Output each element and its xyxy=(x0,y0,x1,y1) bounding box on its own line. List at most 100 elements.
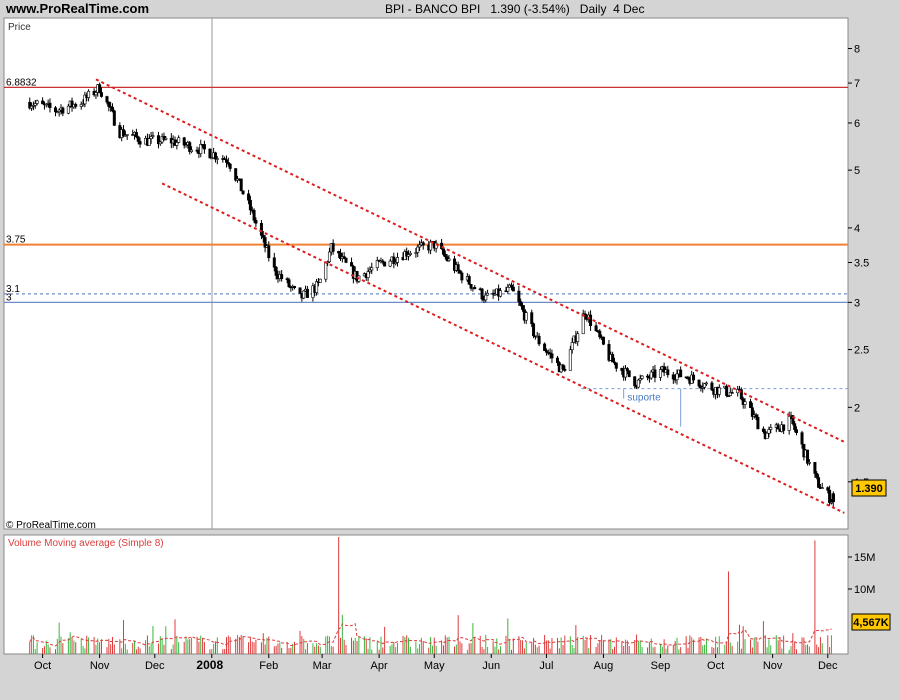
candle-body xyxy=(467,276,471,285)
candle-body xyxy=(793,423,797,430)
candle-body xyxy=(293,286,297,289)
candle-body xyxy=(224,159,228,163)
candle-body xyxy=(87,90,91,98)
candle-body xyxy=(795,429,799,433)
candle-body xyxy=(658,369,662,378)
candle-body xyxy=(261,235,265,238)
candle-body xyxy=(743,401,747,405)
volume-panel-label: Volume Moving average (Simple 8) xyxy=(8,538,164,549)
candle-body xyxy=(248,199,252,211)
x-tick-label: Dec xyxy=(145,660,165,672)
candle-body xyxy=(274,266,278,276)
candle-body xyxy=(443,254,447,257)
candle-body xyxy=(473,287,477,290)
current-volume-value: 4,567K xyxy=(853,617,889,629)
candle-body xyxy=(725,385,729,396)
x-tick-label: Sep xyxy=(651,660,671,672)
candle-body xyxy=(640,375,644,379)
candle-body xyxy=(35,100,39,104)
time-x-axis: Oct Nov Dec 2008 Feb Mar Apr May Jun Jul Aug Sep Oct… xyxy=(34,654,838,672)
candle-body xyxy=(601,336,605,345)
candle-body xyxy=(441,248,445,255)
candle-body xyxy=(761,428,765,432)
level-label: 3 xyxy=(6,292,12,303)
candle-body xyxy=(666,369,670,376)
volume-tick-label: 10M xyxy=(854,584,875,596)
candle-body xyxy=(614,362,618,369)
candle-body xyxy=(305,288,309,298)
candle-body xyxy=(532,323,536,337)
candle-body xyxy=(247,193,251,201)
candle-body xyxy=(408,252,412,255)
candle-body xyxy=(765,432,769,439)
candle-body xyxy=(366,271,370,278)
candle-body xyxy=(636,379,640,388)
x-tick-label: Jul xyxy=(539,660,553,672)
x-tick-label: Jun xyxy=(482,660,500,672)
candle-body xyxy=(754,414,758,418)
candle-body xyxy=(828,489,832,503)
candle-body xyxy=(563,368,567,371)
price-tick-label: 8 xyxy=(854,43,860,55)
candle-body xyxy=(280,274,284,279)
candle-body xyxy=(177,137,181,143)
candle-body xyxy=(447,258,451,261)
candle-body xyxy=(302,290,306,299)
candle-body xyxy=(611,354,615,363)
candle-body xyxy=(703,383,707,388)
level-label: 6.8832 xyxy=(6,77,37,88)
candle-body xyxy=(767,429,771,434)
candle-body xyxy=(730,392,734,394)
candle-body xyxy=(215,158,219,160)
candle-body xyxy=(749,401,753,409)
candle-body xyxy=(429,241,433,251)
copyright-label: © ProRealTime.com xyxy=(6,520,96,531)
level-label: 3.75 xyxy=(6,235,26,246)
x-tick-label: Dec xyxy=(818,660,838,672)
candle-body xyxy=(125,134,129,136)
candle-body xyxy=(550,353,554,359)
candle-body xyxy=(815,473,819,478)
candle-body xyxy=(460,272,464,281)
chart-canvas[interactable]: 6.88323.753.13 suporte 1.522.533.545678 … xyxy=(0,0,900,700)
candle-body xyxy=(717,387,721,395)
x-tick-label: Mar xyxy=(313,660,332,672)
candle-body xyxy=(350,262,354,267)
candle-body xyxy=(107,101,111,107)
candle-body xyxy=(458,270,462,274)
candle-body xyxy=(625,368,629,371)
candle-body xyxy=(252,210,256,221)
candle-body xyxy=(829,501,833,504)
candle-body xyxy=(41,100,45,105)
candle-body xyxy=(756,416,760,430)
candle-body xyxy=(105,96,109,103)
candle-body xyxy=(627,370,631,377)
volume-tick-label: 15M xyxy=(854,552,875,564)
candle-body xyxy=(800,432,804,445)
candle-body xyxy=(318,278,322,283)
price-panel-label: Price xyxy=(8,22,31,33)
candle-body xyxy=(98,84,102,93)
price-tick-label: 5 xyxy=(854,165,860,177)
candle-body xyxy=(576,333,580,342)
candle-body xyxy=(136,136,140,142)
candle-body xyxy=(776,424,780,430)
candle-body xyxy=(653,369,657,378)
candle-body xyxy=(484,294,488,301)
candle-body xyxy=(134,132,138,138)
candle-body xyxy=(208,148,212,159)
candle-body xyxy=(112,110,116,126)
candle-body xyxy=(807,462,811,464)
x-tick-label: Feb xyxy=(259,660,278,672)
candle-body xyxy=(267,245,271,259)
candle-body xyxy=(383,261,387,267)
candle-body xyxy=(421,242,425,246)
candle-body xyxy=(537,335,541,345)
candle-body xyxy=(649,371,653,379)
candle-body xyxy=(416,246,420,253)
candle-body xyxy=(202,144,206,150)
candle-body xyxy=(692,374,696,381)
candle-body xyxy=(787,415,791,431)
candle-body xyxy=(710,382,714,391)
candle-body xyxy=(806,449,810,464)
